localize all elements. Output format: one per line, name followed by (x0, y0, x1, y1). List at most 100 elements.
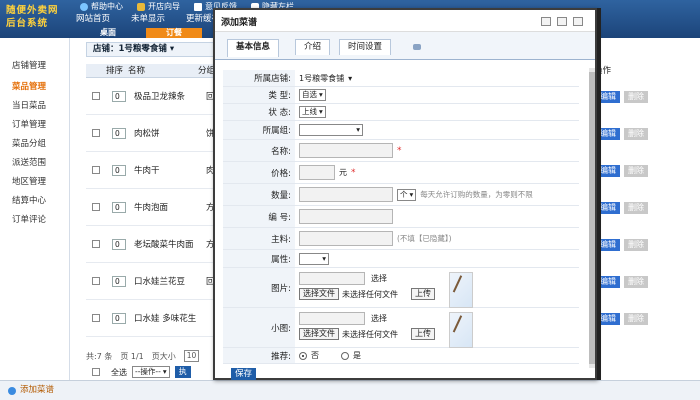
small-image-upload-button[interactable]: 上传 (411, 328, 435, 340)
sort-input[interactable]: 0 (112, 164, 126, 176)
recommend-no-label: 否 (311, 351, 319, 360)
image-choose-file-button[interactable]: 选择文件 (299, 288, 339, 300)
image-path-input[interactable] (299, 272, 365, 285)
delete-button[interactable]: 删除 (624, 127, 648, 140)
required-mark: * (351, 167, 356, 178)
actions-column: 操作 编辑 删除 编辑 删除 编辑 删除 编辑 删除 编辑 删除 编辑 删除 编辑 删除 (592, 64, 700, 337)
add-icon (8, 386, 16, 395)
dialog-scrollbar[interactable] (589, 68, 595, 368)
price-input[interactable] (299, 165, 335, 180)
required-mark: * (397, 145, 402, 156)
bulk-op-select[interactable]: --操作-- ▾ (132, 366, 170, 378)
recommend-yes-radio[interactable] (341, 351, 349, 360)
dialog-titlebar[interactable]: 添加菜谱 (215, 10, 595, 32)
row-checkbox[interactable] (92, 129, 100, 137)
attr-select[interactable]: ▾ (299, 252, 329, 265)
sort-input[interactable]: 0 (112, 201, 126, 213)
row-checkbox[interactable] (92, 166, 100, 174)
row-checkbox[interactable] (92, 240, 100, 248)
row-recommend: 推荐: 否 是 (223, 348, 579, 364)
sidebar-item-today[interactable]: 当日菜品 (0, 97, 69, 116)
sidebar-item-groups[interactable]: 菜品分组 (0, 135, 69, 154)
delete-button[interactable]: 删除 (624, 275, 648, 288)
delete-button[interactable]: 删除 (624, 238, 648, 251)
status-text[interactable]: 添加菜谱 (20, 381, 54, 400)
tab-intro[interactable]: 介绍 (295, 39, 331, 55)
type-select[interactable]: 自选 ▾ (299, 89, 326, 101)
main-tabs: 桌面 订餐 (80, 28, 202, 38)
close-icon[interactable] (573, 17, 583, 26)
delete-button[interactable]: 删除 (624, 90, 648, 103)
nav-orders-display[interactable]: 未单显示 (121, 13, 175, 25)
dialog-title: 添加菜谱 (221, 18, 258, 28)
row-attr: 属性: ▾ (223, 250, 579, 268)
delete-button[interactable]: 删除 (624, 201, 648, 214)
help-link[interactable]: 帮助中心 (80, 1, 123, 12)
sidebar-item-reviews[interactable]: 订单评论 (0, 211, 69, 230)
wizard-link[interactable]: 开店向导 (137, 1, 180, 12)
sort-input[interactable]: 0 (112, 312, 126, 324)
row-checkbox[interactable] (92, 92, 100, 100)
code-input[interactable] (299, 209, 393, 224)
row-checkbox[interactable] (92, 203, 100, 211)
page-size-input[interactable]: 10 (183, 350, 200, 362)
small-image-choose-file-button[interactable]: 选择文件 (299, 328, 339, 340)
shop-select[interactable]: 1号粮零食铺 (299, 73, 344, 84)
group-select[interactable]: ▾ (299, 124, 363, 136)
col-sort[interactable]: 排序 (106, 64, 128, 77)
name-input[interactable] (299, 143, 393, 158)
sidebar-item-shop[interactable]: 店铺管理 (0, 54, 69, 78)
main-input[interactable] (299, 231, 393, 246)
delete-button[interactable]: 删除 (624, 312, 648, 325)
sidebar-item-regions[interactable]: 地区管理 (0, 173, 69, 192)
small-image-placeholder (449, 312, 473, 348)
row-name: 名称: * (223, 140, 579, 162)
sort-input[interactable]: 0 (112, 275, 126, 287)
scrollbar-thumb[interactable] (589, 72, 595, 364)
tab-desktop[interactable]: 桌面 (80, 28, 136, 38)
label-recommend: 推荐: (223, 348, 295, 363)
recommend-no-radio[interactable] (299, 351, 307, 360)
sidebar-item-orders[interactable]: 订单管理 (0, 116, 69, 135)
delete-button[interactable]: 删除 (624, 164, 648, 177)
image-upload-button[interactable]: 上传 (411, 288, 435, 300)
dish-name: 极品卫龙辣条 (134, 92, 186, 102)
image-placeholder (449, 272, 473, 308)
chevron-down-icon[interactable]: ▾ (348, 74, 352, 83)
row-checkbox[interactable] (92, 277, 100, 285)
row-type: 类 型: 自选 ▾ (223, 87, 579, 104)
tab-basic-info[interactable]: 基本信息 (227, 39, 280, 57)
recommend-yes-label: 是 (353, 351, 361, 360)
sidebar-item-delivery[interactable]: 派送范围 (0, 154, 69, 173)
sidebar-item-settlement[interactable]: 结算中心 (0, 192, 69, 211)
minimize-icon[interactable] (541, 17, 551, 26)
sort-input[interactable]: 0 (112, 238, 126, 250)
small-image-path-input[interactable] (299, 312, 365, 325)
sidebar-item-dishes[interactable]: 菜品管理 (0, 78, 69, 97)
sort-input[interactable]: 0 (112, 90, 126, 102)
main-hint: (不填【已隐藏】) (397, 234, 452, 243)
feedback-icon (194, 2, 202, 11)
label-code: 编 号: (223, 206, 295, 227)
tab-time-settings[interactable]: 时间设置 (339, 39, 392, 55)
bulk-ops: 全选 --操作-- ▾ 执 (86, 366, 191, 378)
bulk-op-button[interactable]: 执 (174, 366, 191, 378)
pager-page: 页 1/1 (120, 351, 144, 361)
select-all-checkbox[interactable] (92, 368, 100, 376)
row-checkbox[interactable] (92, 314, 100, 322)
wizard-icon (137, 2, 145, 11)
pager-total: 共:7 条 (86, 351, 113, 361)
label-shop: 所属店铺: (223, 70, 295, 86)
save-button[interactable]: 保存 (231, 368, 257, 380)
nav-home[interactable]: 网站首页 (66, 13, 120, 25)
tab-ordering[interactable]: 订餐 (146, 28, 202, 38)
sort-input[interactable]: 0 (112, 127, 126, 139)
maximize-icon[interactable] (557, 17, 567, 26)
shop-label: 店铺：1号粮零食铺 (93, 44, 167, 54)
logo-line-1: 随便外卖网 (6, 5, 59, 16)
state-select[interactable]: 上线 ▾ (299, 106, 326, 118)
qty-unit-select[interactable]: 个 ▾ (397, 188, 417, 201)
qty-input[interactable] (299, 187, 393, 202)
col-name[interactable]: 名称 (128, 64, 198, 77)
row-group: 所属组: ▾ (223, 121, 579, 140)
